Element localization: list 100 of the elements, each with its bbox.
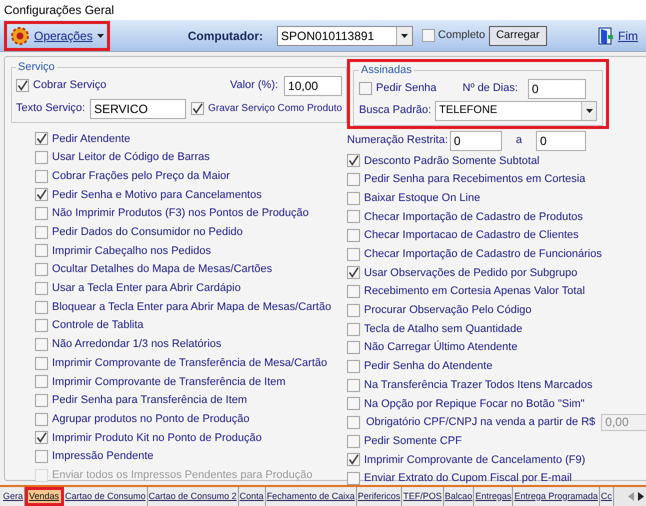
option-label: Não Carregar Último Atendente [364, 340, 518, 356]
default-search-dropdown[interactable]: TELEFONE [435, 100, 597, 120]
option-label: Pedir Dados do Consumidor no Pedido [52, 225, 243, 240]
checkbox[interactable] [35, 188, 48, 202]
window-title: Configurações Geral [4, 2, 114, 19]
checkmark-icon [348, 267, 359, 278]
checkbox[interactable] [35, 375, 48, 388]
checkbox[interactable] [35, 300, 48, 314]
option-label: Não Imprimir Produtos (F3) nos Pontos de Produção [52, 206, 309, 222]
tab[interactable]: TEF/POS [402, 487, 444, 506]
tab[interactable]: Entrega Programada [513, 487, 600, 506]
checkbox[interactable] [347, 248, 360, 261]
checkbox[interactable] [35, 356, 48, 370]
tab[interactable]: Gera [2, 487, 26, 506]
text-field[interactable]: 0 [528, 78, 586, 98]
checkbox[interactable] [347, 341, 360, 354]
checkbox[interactable] [347, 360, 360, 373]
checkmark-icon [36, 189, 47, 200]
tab[interactable]: Conta [238, 487, 266, 506]
exit-button[interactable]: Fim [598, 26, 638, 44]
checkbox[interactable] [16, 79, 29, 92]
checkmark-icon [348, 155, 359, 166]
checkbox[interactable] [347, 154, 360, 168]
option-label: Bloquear a Tecla Enter para Abrir Mapa de Mesas/Cartão [52, 300, 332, 315]
tab[interactable]: Balcao [444, 487, 474, 506]
checkbox[interactable] [35, 338, 48, 351]
checkbox[interactable] [35, 151, 48, 164]
checkbox[interactable] [35, 226, 48, 239]
checkbox[interactable] [347, 434, 360, 448]
option-label: Imprimir Produto Kit no Ponto de Produção [52, 430, 262, 446]
load-button[interactable]: Carregar [489, 26, 547, 46]
checkbox[interactable] [347, 266, 360, 280]
checkbox[interactable] [35, 412, 48, 426]
dropdown-button[interactable] [396, 26, 412, 44]
dropdown-button[interactable] [581, 102, 596, 120]
checkbox[interactable] [347, 472, 360, 486]
option-label: Usar a Tecla Enter para Abrir Cardápio [52, 281, 241, 296]
option-label: Cobrar Serviço [33, 78, 106, 94]
checkbox[interactable] [347, 173, 360, 186]
option-label: Pedir Senha para Recebimentos em Cortesia [364, 172, 586, 188]
tab[interactable]: Entregas [474, 487, 514, 506]
group-title: Serviço [17, 60, 56, 75]
gear-icon [10, 26, 30, 46]
option-label: Tecla de Atalho sem Quantidade [364, 322, 522, 337]
checkbox[interactable] [347, 304, 360, 317]
tab[interactable]: Cartao de Consumo 2 [148, 487, 239, 506]
tab[interactable]: Fechamento de Caixa [266, 487, 357, 506]
dropdown-caret-icon [96, 34, 104, 38]
checkbox[interactable] [35, 207, 48, 220]
days-label: Nº de Dias: [462, 81, 518, 96]
option-label: Cobrar Frações pelo Preço da Maior [52, 168, 230, 184]
checkbox[interactable] [347, 378, 360, 392]
option-label: Desconto Padrão Somente Subtotal [364, 154, 540, 169]
option-label: Usar Observações de Pedido por Subgrupo [364, 266, 578, 281]
checkbox[interactable] [347, 229, 360, 242]
checkbox[interactable] [347, 453, 360, 466]
option-label: Pedir Atendente [52, 132, 130, 147]
checkbox[interactable] [35, 263, 48, 276]
checkbox[interactable] [347, 416, 360, 429]
operations-menu-button[interactable]: Operações [4, 20, 110, 50]
checkbox[interactable] [347, 397, 360, 410]
text-field[interactable]: 10,00 [284, 76, 342, 96]
tab[interactable]: Perifericos [356, 487, 402, 506]
text-field[interactable]: SERVICO [90, 98, 186, 118]
checkbox[interactable] [359, 82, 372, 95]
checkbox[interactable] [35, 394, 48, 407]
checkbox[interactable] [347, 210, 360, 224]
complete-label: Completo [438, 28, 486, 44]
text-field[interactable]: 0 [450, 130, 502, 150]
option-label: Controle de Tablita [52, 318, 144, 334]
option-label: Procurar Observação Pelo Código [364, 303, 532, 318]
checkbox[interactable] [35, 244, 48, 258]
checkmark-icon [36, 133, 47, 144]
option-label: Pedir Senha do Atendente [364, 359, 492, 374]
checkbox[interactable] [35, 450, 48, 464]
checkmark-icon [348, 454, 359, 466]
option-label: Pedir Somente CPF [364, 434, 462, 449]
option-label: Agrupar produtos no Ponto de Produção [52, 412, 250, 427]
checkbox[interactable] [35, 282, 48, 295]
checkbox[interactable] [35, 132, 48, 146]
tab[interactable]: Cc [600, 487, 614, 506]
checkbox[interactable] [35, 170, 48, 183]
scroll-right-icon[interactable] [637, 492, 644, 501]
option-label: Checar Importação de Cadastro de Produtos [364, 210, 583, 225]
computer-dropdown[interactable]: SPON010113891 [277, 26, 414, 46]
checkbox[interactable] [347, 285, 360, 298]
text-field[interactable]: 0 [536, 130, 586, 150]
checkbox[interactable] [191, 102, 204, 115]
option-label: Pedir Senha e Motivo para Cancelamentos [52, 188, 262, 203]
tab[interactable]: Vendas [25, 487, 64, 506]
option-label: Enviar Extrato do Cupom Fiscal por E-mail [364, 471, 572, 486]
checkbox[interactable] [422, 29, 436, 42]
checkbox[interactable] [347, 192, 360, 205]
caret-icon [401, 34, 408, 38]
checkbox[interactable] [347, 322, 360, 336]
checkbox[interactable] [35, 431, 48, 444]
option-label: Gravar Serviço Como Produto [208, 102, 342, 116]
checkbox[interactable] [35, 319, 48, 332]
tab[interactable]: Cartao de Consumo [64, 487, 148, 506]
value-label: Valor (%): [230, 78, 278, 94]
